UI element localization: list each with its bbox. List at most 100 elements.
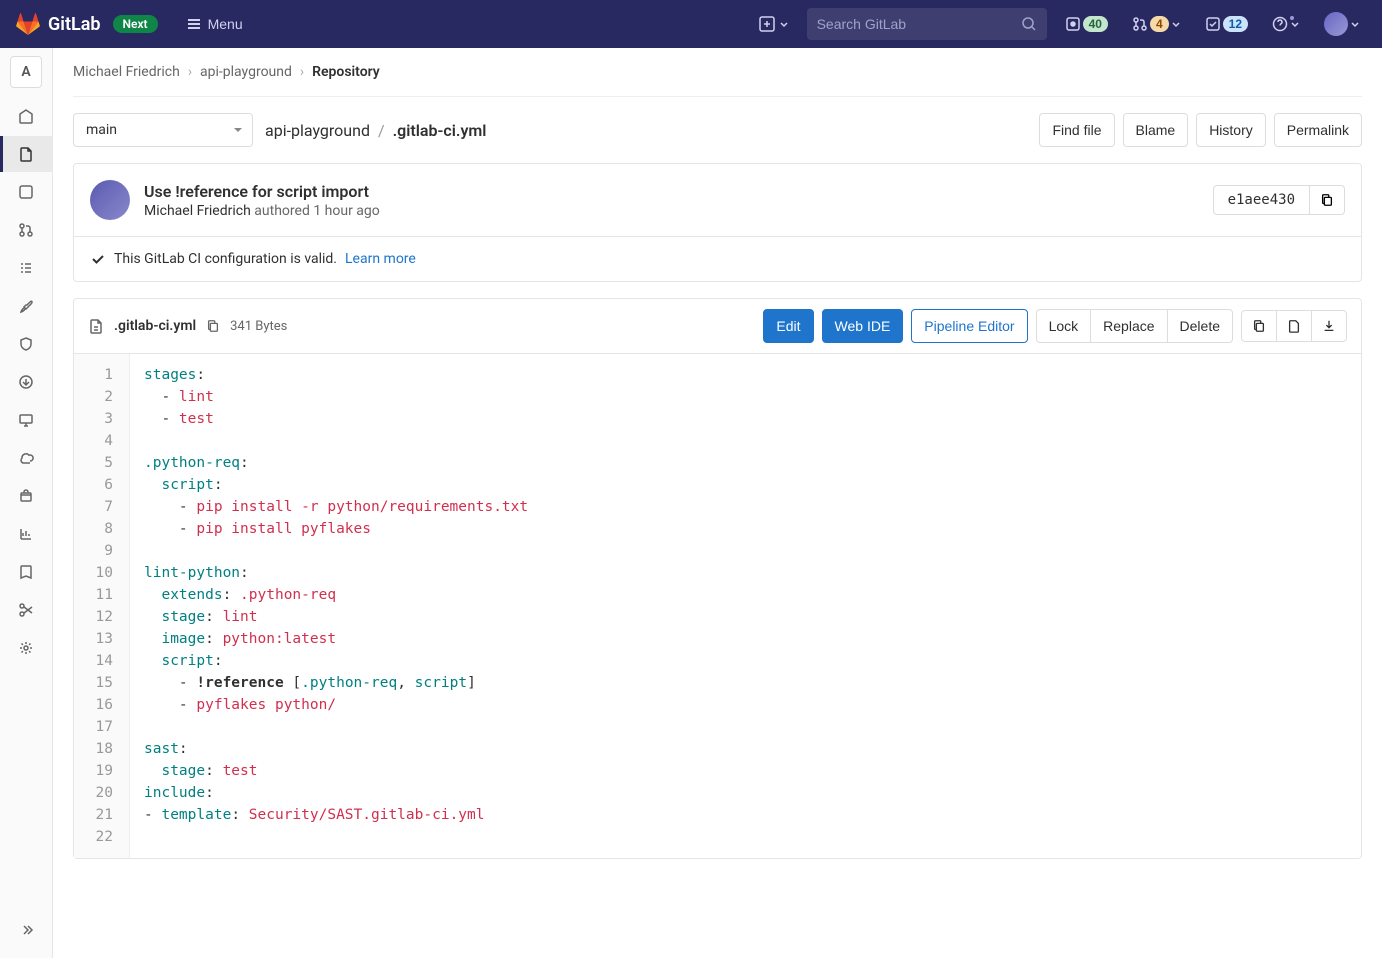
check-icon (90, 251, 106, 267)
line-number[interactable]: 12 (82, 606, 117, 628)
project-avatar[interactable]: A (10, 56, 42, 88)
clipboard-icon (1320, 193, 1334, 207)
ci-message: This GitLab CI configuration is valid. (114, 251, 337, 267)
file-mutate-group: Lock Replace Delete (1036, 309, 1233, 343)
commit-sha[interactable]: e1aee430 (1213, 185, 1310, 215)
sidebar-item-settings[interactable] (6, 630, 46, 666)
permalink-button[interactable]: Permalink (1274, 113, 1362, 147)
sidebar-item-deployments[interactable] (6, 364, 46, 400)
commit-title[interactable]: Use !reference for script import (144, 182, 1199, 201)
sidebar-item-requirements[interactable] (6, 250, 46, 286)
rocket-icon (18, 298, 34, 314)
replace-button[interactable]: Replace (1090, 309, 1166, 343)
branch-selector[interactable]: main (73, 113, 253, 147)
search-input[interactable] (817, 16, 1021, 32)
edit-button[interactable]: Edit (763, 309, 813, 343)
sidebar-item-packages[interactable] (6, 478, 46, 514)
line-number[interactable]: 5 (82, 452, 117, 474)
commit-author-avatar[interactable] (90, 180, 130, 220)
copy-filename-icon[interactable] (206, 319, 220, 333)
sidebar-item-monitor[interactable] (6, 402, 46, 438)
copy-contents-button[interactable] (1241, 310, 1276, 342)
line-number[interactable]: 11 (82, 584, 117, 606)
list-icon (18, 260, 34, 276)
sidebar-item-cicd[interactable] (6, 288, 46, 324)
breadcrumb-project[interactable]: api-playground (200, 64, 292, 80)
line-number[interactable]: 10 (82, 562, 117, 584)
menu-button[interactable]: Menu (178, 10, 251, 38)
line-number[interactable]: 13 (82, 628, 117, 650)
copy-sha-button[interactable] (1310, 185, 1345, 215)
help-button[interactable] (1266, 12, 1306, 36)
next-badge[interactable]: Next (113, 15, 158, 33)
search-box[interactable] (807, 8, 1047, 40)
line-number[interactable]: 19 (82, 760, 117, 782)
web-ide-button[interactable]: Web IDE (822, 309, 904, 343)
line-number[interactable]: 18 (82, 738, 117, 760)
history-button[interactable]: History (1196, 113, 1266, 147)
commit-author[interactable]: Michael Friedrich (144, 203, 251, 219)
issues-counter[interactable]: 40 (1059, 12, 1114, 36)
breadcrumb-separator: › (188, 64, 192, 80)
line-number[interactable]: 17 (82, 716, 117, 738)
learn-more-link[interactable]: Learn more (345, 251, 416, 267)
hamburger-icon (186, 16, 202, 32)
sidebar-item-analytics[interactable] (6, 516, 46, 552)
code-content[interactable]: stages: - lint - test .python-req: scrip… (130, 354, 1361, 858)
ci-validation-status: This GitLab CI configuration is valid. L… (74, 236, 1361, 281)
logo-group[interactable]: GitLab (16, 12, 101, 36)
sidebar-item-merge-requests[interactable] (6, 212, 46, 248)
sidebar-collapse-button[interactable] (6, 912, 46, 948)
issues-count: 40 (1083, 16, 1108, 32)
path-file: .gitlab-ci.yml (393, 121, 487, 140)
breadcrumb-owner[interactable]: Michael Friedrich (73, 64, 180, 80)
path-separator: / (378, 121, 385, 140)
line-number[interactable]: 14 (82, 650, 117, 672)
merge-request-icon (18, 222, 34, 238)
line-number[interactable]: 15 (82, 672, 117, 694)
sidebar-item-project[interactable] (6, 98, 46, 134)
chevron-down-icon (779, 19, 789, 29)
breadcrumbs: Michael Friedrich › api-playground › Rep… (73, 64, 1362, 97)
line-number[interactable]: 4 (82, 430, 117, 452)
file-name: .gitlab-ci.yml (114, 318, 196, 334)
lock-button[interactable]: Lock (1036, 309, 1091, 343)
commit-box: Use !reference for script import Michael… (73, 163, 1362, 282)
sidebar-item-issues[interactable] (6, 174, 46, 210)
line-number[interactable]: 2 (82, 386, 117, 408)
new-button[interactable] (753, 10, 795, 38)
blame-button[interactable]: Blame (1123, 113, 1189, 147)
sidebar-item-wiki[interactable] (6, 554, 46, 590)
sidebar-item-repository[interactable] (0, 136, 53, 172)
line-number[interactable]: 8 (82, 518, 117, 540)
file-header: .gitlab-ci.yml 341 Bytes Edit Web IDE Pi… (74, 299, 1361, 354)
sidebar: A (0, 48, 53, 958)
file-tools: Edit Web IDE Pipeline Editor Lock Replac… (763, 309, 1347, 343)
sidebar-item-security[interactable] (6, 326, 46, 362)
commit-time: 1 hour ago (313, 203, 379, 219)
find-file-button[interactable]: Find file (1039, 113, 1114, 147)
merge-requests-counter[interactable]: 4 (1126, 12, 1187, 36)
line-numbers: 12345678910111213141516171819202122 (74, 354, 130, 858)
todo-count: 12 (1223, 16, 1248, 32)
top-header: GitLab Next Menu 40 4 12 (0, 0, 1382, 48)
todos-counter[interactable]: 12 (1199, 12, 1254, 36)
user-menu[interactable] (1318, 8, 1366, 40)
pipeline-editor-button[interactable]: Pipeline Editor (911, 309, 1027, 343)
sidebar-item-snippets[interactable] (6, 592, 46, 628)
line-number[interactable]: 16 (82, 694, 117, 716)
line-number[interactable]: 22 (82, 826, 117, 848)
download-button[interactable] (1311, 310, 1347, 342)
scissors-icon (18, 602, 34, 618)
sidebar-item-infrastructure[interactable] (6, 440, 46, 476)
line-number[interactable]: 7 (82, 496, 117, 518)
line-number[interactable]: 9 (82, 540, 117, 562)
line-number[interactable]: 6 (82, 474, 117, 496)
line-number[interactable]: 1 (82, 364, 117, 386)
delete-button[interactable]: Delete (1167, 309, 1233, 343)
path-dir[interactable]: api-playground (265, 121, 370, 140)
line-number[interactable]: 20 (82, 782, 117, 804)
line-number[interactable]: 3 (82, 408, 117, 430)
raw-button[interactable] (1276, 310, 1311, 342)
line-number[interactable]: 21 (82, 804, 117, 826)
